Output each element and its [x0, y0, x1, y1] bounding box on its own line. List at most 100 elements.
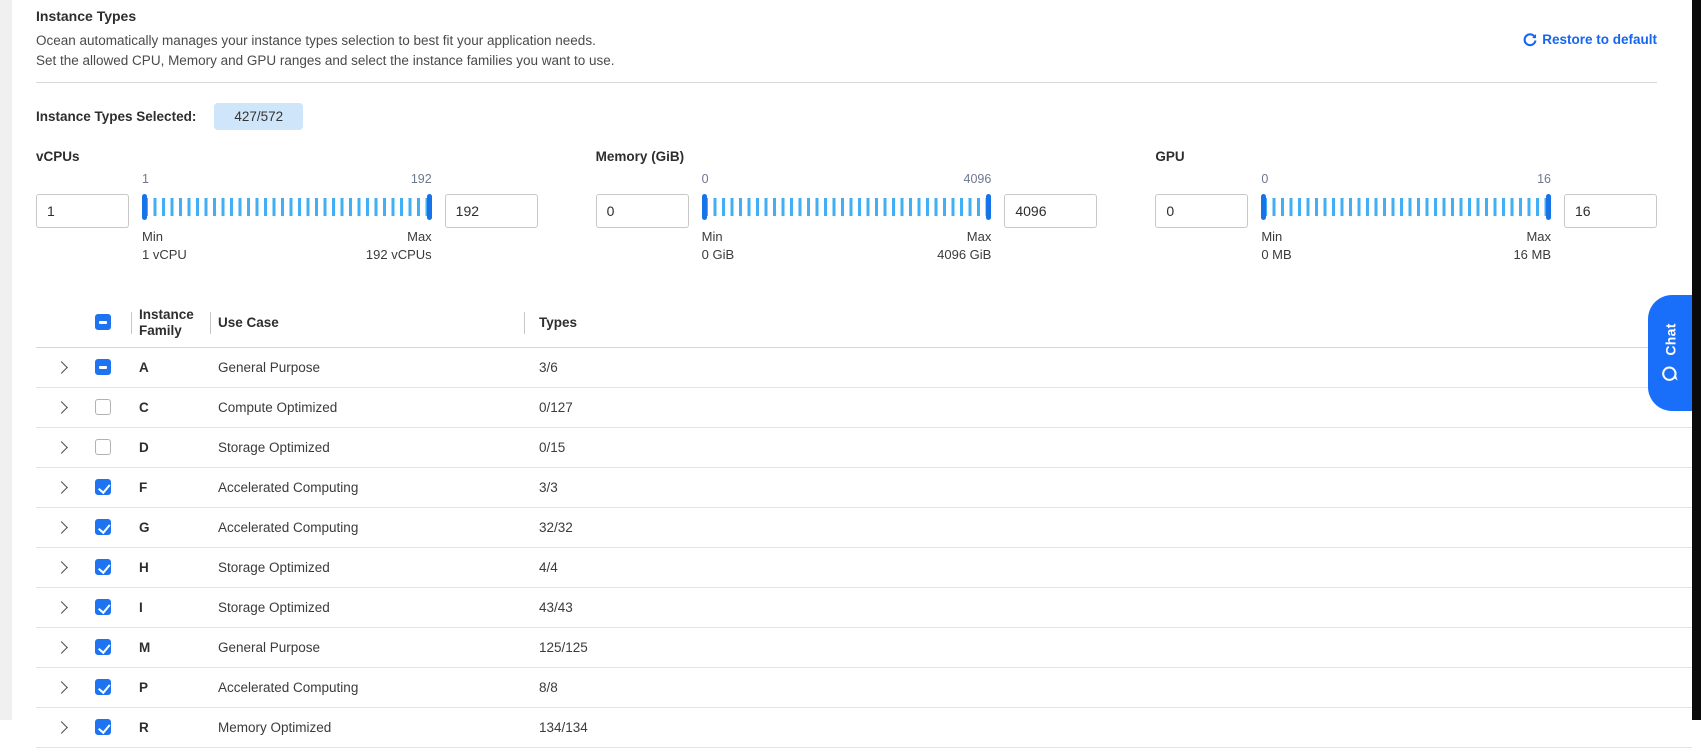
row-checkbox[interactable]	[95, 719, 111, 735]
row-checkbox[interactable]	[95, 359, 111, 375]
instance-family: D	[131, 440, 210, 456]
use-case: Accelerated Computing	[210, 680, 524, 695]
instance-types-panel: Instance Types Ocean automatically manag…	[36, 8, 1657, 748]
instance-family: I	[131, 600, 210, 616]
page-title: Instance Types	[36, 8, 615, 24]
expand-chevron-icon[interactable]	[55, 681, 68, 694]
expand-chevron-icon[interactable]	[55, 361, 68, 374]
types-count: 3/3	[524, 480, 1692, 495]
expand-chevron-icon[interactable]	[55, 521, 68, 534]
expand-chevron-icon[interactable]	[55, 481, 68, 494]
instance-family: A	[131, 360, 210, 376]
vcpus-label: vCPUs	[36, 149, 538, 164]
slider-min-handle[interactable]	[1261, 194, 1266, 220]
types-count: 8/8	[524, 680, 1692, 695]
instance-family: H	[131, 560, 210, 576]
slider-min-handle[interactable]	[702, 194, 707, 220]
slider-min-caption: Min 0 MB	[1261, 228, 1291, 264]
expand-chevron-icon[interactable]	[55, 441, 68, 454]
header-divider	[36, 82, 1657, 83]
use-case: Storage Optimized	[210, 560, 524, 575]
table-header-row: Instance Family Use Case Types	[36, 298, 1692, 348]
vcpus-scale-max: 192	[411, 172, 432, 186]
instance-families-table: Instance Family Use Case Types A General…	[36, 298, 1692, 748]
vcpus-slider-group: vCPUs 1 192 Min 1 vCPU Max 192 vCPUs	[36, 149, 538, 294]
selected-count-badge: 427/572	[214, 103, 303, 130]
memory-min-input[interactable]	[596, 194, 689, 228]
column-header-types: Types	[524, 315, 1692, 330]
slider-max-handle[interactable]	[986, 194, 991, 220]
expand-chevron-icon[interactable]	[55, 641, 68, 654]
use-case: Storage Optimized	[210, 440, 524, 455]
use-case: Compute Optimized	[210, 400, 524, 415]
expand-chevron-icon[interactable]	[55, 721, 68, 734]
instance-family: M	[131, 640, 210, 656]
header-text-block: Instance Types Ocean automatically manag…	[36, 8, 615, 71]
gpu-max-input[interactable]	[1564, 194, 1657, 228]
memory-range-slider[interactable]: 0 4096 Min 0 GiB Max 4096 GiB	[702, 172, 992, 272]
table-row: G Accelerated Computing 32/32	[36, 508, 1692, 548]
slider-track	[1264, 198, 1548, 216]
select-all-checkbox[interactable]	[95, 314, 111, 330]
use-case: Accelerated Computing	[210, 520, 524, 535]
chat-button-label: Chat	[1662, 323, 1678, 355]
use-case: Memory Optimized	[210, 720, 524, 735]
table-row: H Storage Optimized 4/4	[36, 548, 1692, 588]
vcpus-min-input[interactable]	[36, 194, 129, 228]
instance-family: P	[131, 680, 210, 696]
description-line-1: Ocean automatically manages your instanc…	[36, 31, 615, 51]
slider-max-handle[interactable]	[1546, 194, 1551, 220]
use-case: Storage Optimized	[210, 600, 524, 615]
row-checkbox[interactable]	[95, 639, 111, 655]
row-checkbox[interactable]	[95, 519, 111, 535]
types-count: 125/125	[524, 640, 1692, 655]
column-header-instance-family: Instance Family	[131, 307, 210, 339]
row-checkbox[interactable]	[95, 439, 111, 455]
slider-track	[705, 198, 989, 216]
row-checkbox[interactable]	[95, 599, 111, 615]
memory-scale-min: 0	[702, 172, 709, 186]
instance-family: F	[131, 480, 210, 496]
vcpus-max-input[interactable]	[445, 194, 538, 228]
slider-max-handle[interactable]	[427, 194, 432, 220]
vcpus-range-slider[interactable]: 1 192 Min 1 vCPU Max 192 vCPUs	[142, 172, 432, 272]
table-row: R Memory Optimized 134/134	[36, 708, 1692, 748]
slider-min-caption: Min 0 GiB	[702, 228, 735, 264]
restore-to-default-link[interactable]: Restore to default	[1523, 32, 1657, 47]
types-count: 134/134	[524, 720, 1692, 735]
expand-chevron-icon[interactable]	[55, 561, 68, 574]
chat-button-content: Chat	[1661, 323, 1680, 383]
table-row: I Storage Optimized 43/43	[36, 588, 1692, 628]
slider-min-handle[interactable]	[142, 194, 147, 220]
row-checkbox[interactable]	[95, 679, 111, 695]
gpu-slider-group: GPU 0 16 Min 0 MB Max 16 MB	[1155, 149, 1657, 294]
memory-max-input[interactable]	[1004, 194, 1097, 228]
row-checkbox[interactable]	[95, 559, 111, 575]
row-checkbox[interactable]	[95, 479, 111, 495]
table-row: M General Purpose 125/125	[36, 628, 1692, 668]
table-row: A General Purpose 3/6	[36, 348, 1692, 388]
memory-scale-max: 4096	[964, 172, 992, 186]
instance-family: C	[131, 400, 210, 416]
table-row: C Compute Optimized 0/127	[36, 388, 1692, 428]
instance-family: R	[131, 720, 210, 736]
expand-chevron-icon[interactable]	[55, 401, 68, 414]
description-line-2: Set the allowed CPU, Memory and GPU rang…	[36, 51, 615, 71]
gpu-range-slider[interactable]: 0 16 Min 0 MB Max 16 MB	[1261, 172, 1551, 272]
row-checkbox[interactable]	[95, 399, 111, 415]
selected-count-row: Instance Types Selected: 427/572	[36, 101, 1657, 131]
range-sliders-row: vCPUs 1 192 Min 1 vCPU Max 192 vCPUs	[36, 149, 1657, 294]
vcpus-scale-min: 1	[142, 172, 149, 186]
gpu-label: GPU	[1155, 149, 1657, 164]
chat-button[interactable]: Chat	[1648, 295, 1692, 411]
expand-chevron-icon[interactable]	[55, 601, 68, 614]
chat-bubble-icon	[1661, 364, 1680, 383]
column-header-use-case: Use Case	[210, 315, 524, 330]
screen-right-edge	[1692, 0, 1701, 720]
slider-track	[145, 198, 429, 216]
memory-label: Memory (GiB)	[596, 149, 1098, 164]
gpu-min-input[interactable]	[1155, 194, 1248, 228]
slider-max-caption: Max 16 MB	[1513, 228, 1551, 264]
gpu-scale-min: 0	[1261, 172, 1268, 186]
refresh-icon	[1523, 33, 1537, 47]
